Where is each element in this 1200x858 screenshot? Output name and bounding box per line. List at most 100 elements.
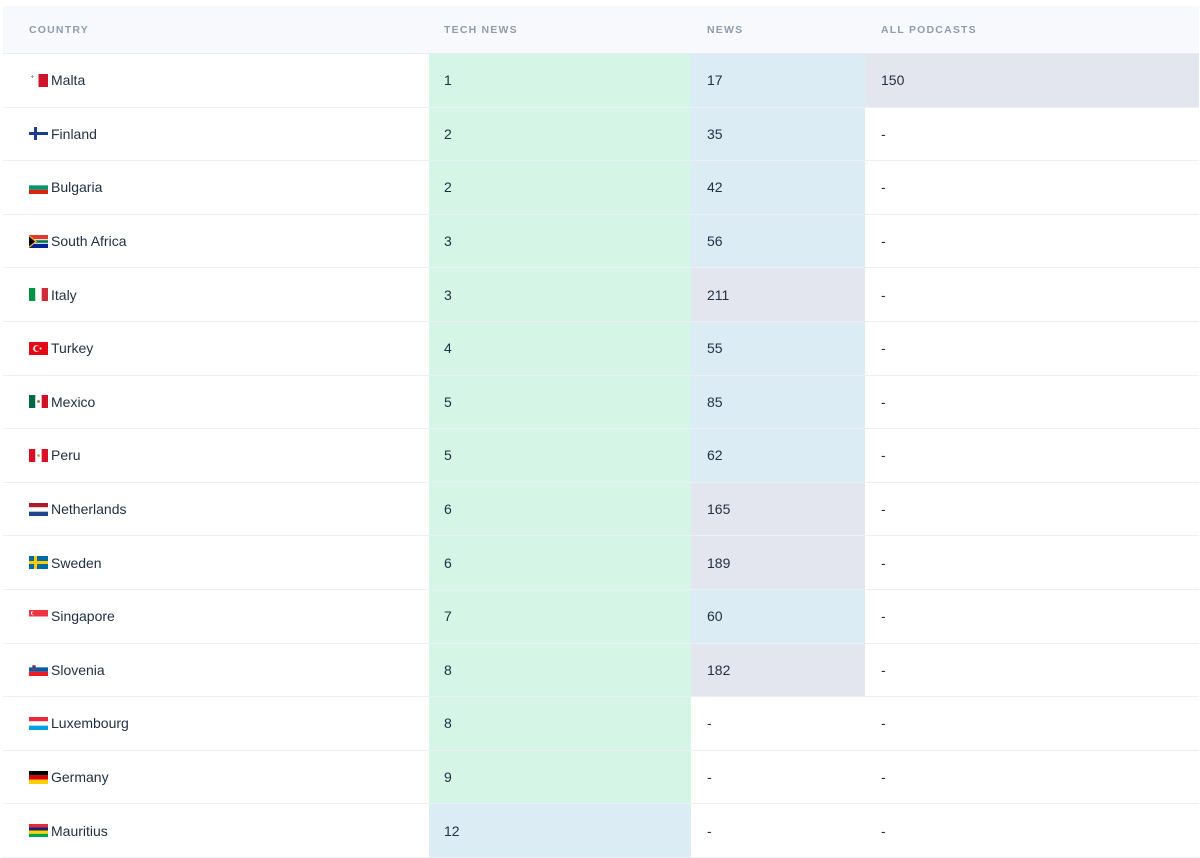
country-name: Sweden (51, 554, 102, 571)
malta-flag-icon (29, 73, 48, 87)
news-rank: - (707, 715, 712, 732)
country-cell: Finland (29, 126, 97, 142)
bulgaria-flag-icon (29, 180, 48, 194)
news-rank: - (707, 769, 712, 786)
table-row[interactable]: Germany 9 - - (3, 750, 1199, 805)
all-podcasts-rank: - (881, 393, 886, 410)
all-podcasts-rank: - (881, 340, 886, 357)
news-rank: 56 (691, 214, 865, 268)
country-name: Finland (51, 125, 97, 142)
all-podcasts-rank: - (881, 661, 886, 678)
all-podcasts-rank: - (881, 715, 886, 732)
tech-news-rank: 2 (429, 161, 691, 214)
country-name: Luxembourg (51, 715, 129, 732)
news-rank: 62 (691, 429, 865, 482)
country-name: Peru (51, 447, 81, 464)
tech-news-rank: 6 (429, 536, 691, 589)
news-rank: 85 (691, 375, 865, 429)
tech-news-rank: 5 (429, 375, 691, 429)
country-cell: Peru (29, 447, 81, 463)
country-cell: Italy (29, 287, 77, 303)
table-row[interactable]: Netherlands 6 165 - (3, 482, 1199, 537)
all-podcasts-rank: - (881, 179, 886, 196)
country-name: Slovenia (51, 661, 105, 678)
table-row[interactable]: Singapore 7 60 - (3, 589, 1199, 644)
tech-news-rank: 1 (429, 54, 691, 107)
germany-flag-icon (29, 770, 48, 784)
table-row[interactable]: Bulgaria 2 42 - (3, 161, 1199, 215)
netherlands-flag-icon (29, 502, 48, 516)
country-name: South Africa (51, 233, 127, 250)
luxembourg-flag-icon (29, 716, 48, 730)
tech-news-rank: 12 (429, 804, 691, 857)
country-name: Malta (51, 72, 86, 89)
country-name: Turkey (51, 340, 94, 357)
table-row[interactable]: Malta 1 17 150 (3, 54, 1199, 108)
country-name: Mauritius (51, 822, 108, 839)
news-rank: 189 (691, 536, 865, 589)
news-rank: 35 (691, 107, 865, 161)
tech-news-rank: 6 (429, 482, 691, 536)
peru-flag-icon (29, 448, 48, 462)
tech-news-rank: 9 (429, 750, 691, 804)
sweden-flag-icon (29, 556, 48, 570)
header-tech-news[interactable]: TECH NEWS (429, 6, 691, 53)
tech-news-rank: 8 (429, 643, 691, 697)
all-podcasts-rank: - (881, 286, 886, 303)
table-row[interactable]: Slovenia 8 182 - (3, 643, 1199, 698)
all-podcasts-rank: - (881, 769, 886, 786)
table-header: COUNTRY TECH NEWS NEWS ALL PODCASTS (3, 6, 1199, 54)
table-row[interactable]: Peru 5 62 - (3, 429, 1199, 483)
italy-flag-icon (29, 288, 48, 302)
all-podcasts-rank: - (881, 125, 886, 142)
news-rank: 182 (691, 643, 865, 697)
header-news[interactable]: NEWS (691, 6, 865, 53)
table-row[interactable]: Luxembourg 8 - - (3, 697, 1199, 751)
all-podcasts-rank: - (881, 501, 886, 518)
news-rank: 165 (691, 482, 865, 536)
table-row[interactable]: Turkey 4 55 - (3, 321, 1199, 376)
finland-flag-icon (29, 127, 48, 141)
table-row[interactable]: Finland 2 35 - (3, 107, 1199, 162)
country-cell: Mexico (29, 394, 95, 410)
ranking-table: COUNTRY TECH NEWS NEWS ALL PODCASTS Malt… (3, 6, 1199, 858)
all-podcasts-rank: - (881, 233, 886, 250)
country-cell: Bulgaria (29, 179, 102, 195)
news-rank: - (707, 822, 712, 839)
country-cell: South Africa (29, 233, 127, 249)
table-row[interactable]: Mexico 5 85 - (3, 375, 1199, 430)
news-rank: 60 (691, 589, 865, 643)
all-podcasts-rank: - (881, 447, 886, 464)
table-row[interactable]: Sweden 6 189 - (3, 536, 1199, 590)
header-country[interactable]: COUNTRY (3, 6, 429, 53)
turkey-flag-icon (29, 341, 48, 355)
all-podcasts-rank: - (881, 554, 886, 571)
news-rank: 211 (691, 268, 865, 321)
country-cell: Turkey (29, 340, 93, 356)
mexico-flag-icon (29, 395, 48, 409)
table-row[interactable]: South Africa 3 56 - (3, 214, 1199, 269)
all-podcasts-rank: - (881, 608, 886, 625)
country-cell: Germany (29, 769, 109, 785)
tech-news-rank: 3 (429, 214, 691, 268)
news-rank: 55 (691, 321, 865, 375)
all-podcasts-rank: - (881, 822, 886, 839)
header-all-podcasts[interactable]: ALL PODCASTS (865, 6, 1199, 53)
tech-news-rank: 3 (429, 268, 691, 321)
country-cell: Mauritius (29, 823, 108, 839)
country-name: Mexico (51, 393, 96, 410)
singapore-flag-icon (29, 609, 48, 623)
country-name: Netherlands (51, 501, 127, 518)
country-name: Germany (51, 769, 109, 786)
mauritius-flag-icon (29, 824, 48, 838)
country-cell: Sweden (29, 555, 102, 571)
news-rank: 42 (691, 161, 865, 214)
slovenia-flag-icon (29, 663, 48, 677)
country-cell: Luxembourg (29, 715, 129, 731)
tech-news-rank: 5 (429, 429, 691, 482)
tech-news-rank: 7 (429, 589, 691, 643)
table-row[interactable]: Italy 3 211 - (3, 268, 1199, 322)
tech-news-rank: 8 (429, 697, 691, 750)
country-name: Singapore (51, 608, 115, 625)
south-africa-flag-icon (29, 234, 48, 248)
